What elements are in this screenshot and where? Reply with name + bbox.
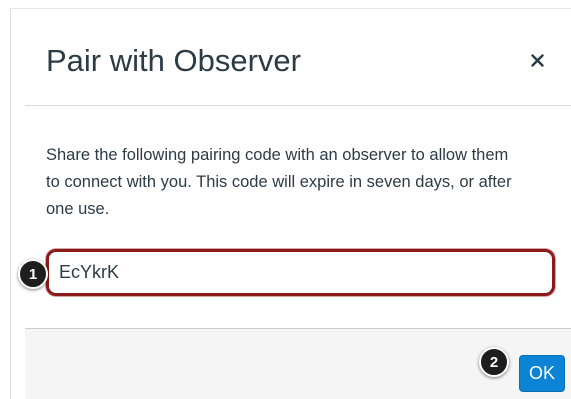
dialog-body: Share the following pairing code with an… [25,106,571,328]
callout-badge-1: 1 [18,259,48,289]
pairing-description: Share the following pairing code with an… [46,146,512,218]
ok-button[interactable]: OK [519,355,565,392]
pair-with-observer-dialog: Pair with Observer Share the following p… [10,8,571,399]
screenshot-canvas: Pair with Observer Share the following p… [0,0,571,399]
close-icon [530,53,544,67]
callout-badge-2: 2 [479,347,509,377]
close-button[interactable] [524,47,550,73]
dialog-title: Pair with Observer [46,43,301,78]
pairing-code-field[interactable] [46,249,555,296]
dialog-header: Pair with Observer [25,9,571,106]
